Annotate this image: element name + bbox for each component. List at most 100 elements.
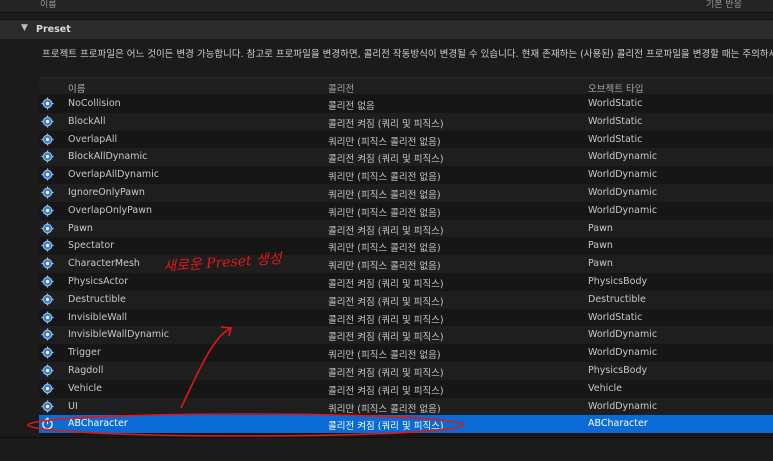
row-object-type: Pawn xyxy=(588,258,613,270)
top-name-label: 이름 xyxy=(40,0,57,10)
table-row[interactable]: Ragdoll 콜리전 켜짐 (쿼리 및 피직스) PhysicsBody xyxy=(39,362,773,380)
row-name: IgnoreOnlyPawn xyxy=(68,187,145,198)
row-name: Spectator xyxy=(68,240,115,252)
row-collision: 콜리전 켜짐 (쿼리 및 피직스) xyxy=(328,154,444,166)
gear-icon xyxy=(41,115,54,128)
row-name: Vehicle xyxy=(68,382,102,394)
preset-section-title: Preset xyxy=(36,24,71,35)
table-row[interactable]: Vehicle 콜리전 켜짐 (쿼리 및 피직스) Vehicle xyxy=(39,380,773,398)
column-header-object-type[interactable]: 오브젝트 타입 xyxy=(588,81,643,95)
row-object-type: ABCharacter xyxy=(588,418,648,430)
preset-section-header[interactable]: ▼ Preset xyxy=(0,19,773,39)
row-name: InvisibleWallDynamic xyxy=(68,329,169,341)
row-collision: 쿼리만 (피직스 콜리전 없음) xyxy=(328,261,441,273)
row-collision: 쿼리만 (피직스 콜리전 없음) xyxy=(328,136,441,148)
stopwatch-icon xyxy=(41,417,54,430)
row-collision: 콜리전 켜짐 (쿼리 및 피직스) xyxy=(328,225,444,237)
row-name: Pawn xyxy=(68,222,93,234)
table-row[interactable]: PhysicsActor 콜리전 켜짐 (쿼리 및 피직스) PhysicsBody xyxy=(39,273,773,291)
row-collision: 쿼리만 (피직스 콜리전 없음) xyxy=(328,172,441,184)
table-row[interactable]: OverlapAllDynamic 쿼리만 (피직스 콜리전 없음) WorldDy… xyxy=(39,166,773,184)
table-row[interactable]: InvisibleWallDynamic 콜리전 켜짐 (쿼리 및 피직스) Wor… xyxy=(39,326,773,345)
row-collision: 쿼리만 (피직스 콜리전 없음) xyxy=(328,403,441,415)
row-collision: 콜리전 켜짐 (쿼리 및 피직스) xyxy=(328,332,444,344)
row-name: Trigger xyxy=(68,347,101,359)
table-row[interactable]: UI 쿼리만 (피직스 콜리전 없음) WorldDynamic xyxy=(39,397,773,416)
row-object-type: Destructible xyxy=(588,293,646,305)
row-name: BlockAll xyxy=(68,115,106,127)
row-collision: 쿼리만 (피직스 콜리전 없음) xyxy=(328,350,441,362)
row-object-type: Pawn xyxy=(588,222,613,234)
row-object-type: Vehicle xyxy=(588,382,622,394)
row-name: UI xyxy=(68,400,78,412)
table-row[interactable]: Pawn 콜리전 켜짐 (쿼리 및 피직스) Pawn xyxy=(39,219,773,238)
gear-icon xyxy=(41,346,54,359)
row-object-type: WorldStatic xyxy=(588,98,643,109)
preset-table: 이름 콜리전 오브젝트 타입 NoCollision 콜리전 없음 WorldSta… xyxy=(39,77,773,436)
row-name: InvisibleWall xyxy=(68,311,128,323)
table-row[interactable]: BlockAllDynamic 콜리전 켜짐 (쿼리 및 피직스) WorldDyn… xyxy=(39,148,773,167)
table-row[interactable]: Spectator 쿼리만 (피직스 콜리전 없음) Pawn xyxy=(39,237,773,255)
row-name: OverlapAll xyxy=(68,133,118,145)
row-collision: 콜리전 켜짐 (쿼리 및 피직스) xyxy=(328,118,444,130)
row-object-type: WorldDynamic xyxy=(588,151,658,163)
table-row[interactable]: CharacterMesh 쿼리만 (피직스 콜리전 없음) Pawn xyxy=(39,255,773,273)
table-row[interactable]: OverlapAll 쿼리만 (피직스 콜리전 없음) WorldStatic xyxy=(39,131,773,149)
row-object-type: PhysicsBody xyxy=(588,276,648,287)
table-row[interactable]: BlockAll 콜리전 켜짐 (쿼리 및 피직스) WorldStatic xyxy=(39,112,773,131)
row-collision: 콜리전 없음 xyxy=(328,101,375,112)
gear-icon xyxy=(41,257,54,270)
row-collision: 콜리전 켜짐 (쿼리 및 피직스) xyxy=(328,314,444,326)
row-collision: 콜리전 켜짐 (쿼리 및 피직스) xyxy=(328,368,444,379)
row-collision: 쿼리만 (피직스 콜리전 없음) xyxy=(328,207,441,219)
preset-description: 프로젝트 프로파일은 어느 것이든 변경 가능합니다. 참고로 프로파일을 변경… xyxy=(42,49,773,60)
row-object-type: Pawn xyxy=(588,240,613,252)
gear-icon xyxy=(41,328,54,341)
gear-icon xyxy=(41,239,54,252)
gear-icon xyxy=(41,222,54,235)
row-name: Ragdoll xyxy=(68,365,104,376)
row-name: BlockAllDynamic xyxy=(68,151,148,163)
column-header-name[interactable]: 이름 xyxy=(68,81,85,95)
row-object-type: WorldStatic xyxy=(588,311,643,323)
gear-icon xyxy=(41,186,54,199)
bottom-bar xyxy=(0,437,773,461)
row-object-type: WorldDynamic xyxy=(588,204,658,216)
row-object-type: WorldStatic xyxy=(588,133,643,145)
top-default-response-label: 기본 반응 xyxy=(706,0,742,10)
gear-icon xyxy=(41,400,54,413)
row-object-type: WorldDynamic xyxy=(588,329,658,341)
row-collision: 콜리전 켜짐 (쿼리 및 피직스) xyxy=(328,296,444,308)
gear-icon xyxy=(41,150,54,163)
row-collision: 쿼리만 (피직스 콜리전 없음) xyxy=(328,190,441,201)
table-row[interactable]: InvisibleWall 콜리전 켜짐 (쿼리 및 피직스) WorldStati… xyxy=(39,309,773,327)
table-row[interactable]: Destructible 콜리전 켜짐 (쿼리 및 피직스) Destructibl… xyxy=(39,290,773,309)
row-collision: 쿼리만 (피직스 콜리전 없음) xyxy=(328,243,441,255)
gear-icon xyxy=(41,364,54,377)
row-name: PhysicsActor xyxy=(68,276,129,287)
row-name: Destructible xyxy=(68,293,126,305)
table-row[interactable]: OverlapOnlyPawn 쿼리만 (피직스 콜리전 없음) WorldDyna… xyxy=(39,202,773,220)
column-header-collision[interactable]: 콜리전 xyxy=(328,81,354,95)
gear-icon xyxy=(41,311,54,324)
row-name: NoCollision xyxy=(68,98,121,109)
row-object-type: WorldDynamic xyxy=(588,400,658,412)
table-row[interactable]: NoCollision 콜리전 없음 WorldStatic xyxy=(39,95,773,113)
row-object-type: WorldDynamic xyxy=(588,187,658,198)
top-header-strip: 이름 기본 반응 xyxy=(0,0,773,13)
row-collision: 콜리전 켜짐 (쿼리 및 피직스) xyxy=(328,279,444,290)
table-row[interactable]: ABCharacter 콜리전 켜짐 (쿼리 및 피직스) ABCharacter xyxy=(39,415,773,434)
row-name: OverlapOnlyPawn xyxy=(68,204,153,216)
row-object-type: PhysicsBody xyxy=(588,365,648,376)
row-name: OverlapAllDynamic xyxy=(68,169,160,181)
collapse-arrow-icon[interactable]: ▼ xyxy=(21,23,28,33)
row-name: CharacterMesh xyxy=(68,258,140,270)
row-object-type: WorldDynamic xyxy=(588,347,658,359)
table-row[interactable]: IgnoreOnlyPawn 쿼리만 (피직스 콜리전 없음) WorldDynam… xyxy=(39,184,773,202)
row-name: ABCharacter xyxy=(68,418,128,430)
row-collision: 콜리전 켜짐 (쿼리 및 피직스) xyxy=(328,385,444,397)
gear-icon xyxy=(41,293,54,306)
row-object-type: WorldStatic xyxy=(588,115,643,127)
gear-icon xyxy=(41,133,54,146)
table-row[interactable]: Trigger 쿼리만 (피직스 콜리전 없음) WorldDynamic xyxy=(39,344,773,362)
